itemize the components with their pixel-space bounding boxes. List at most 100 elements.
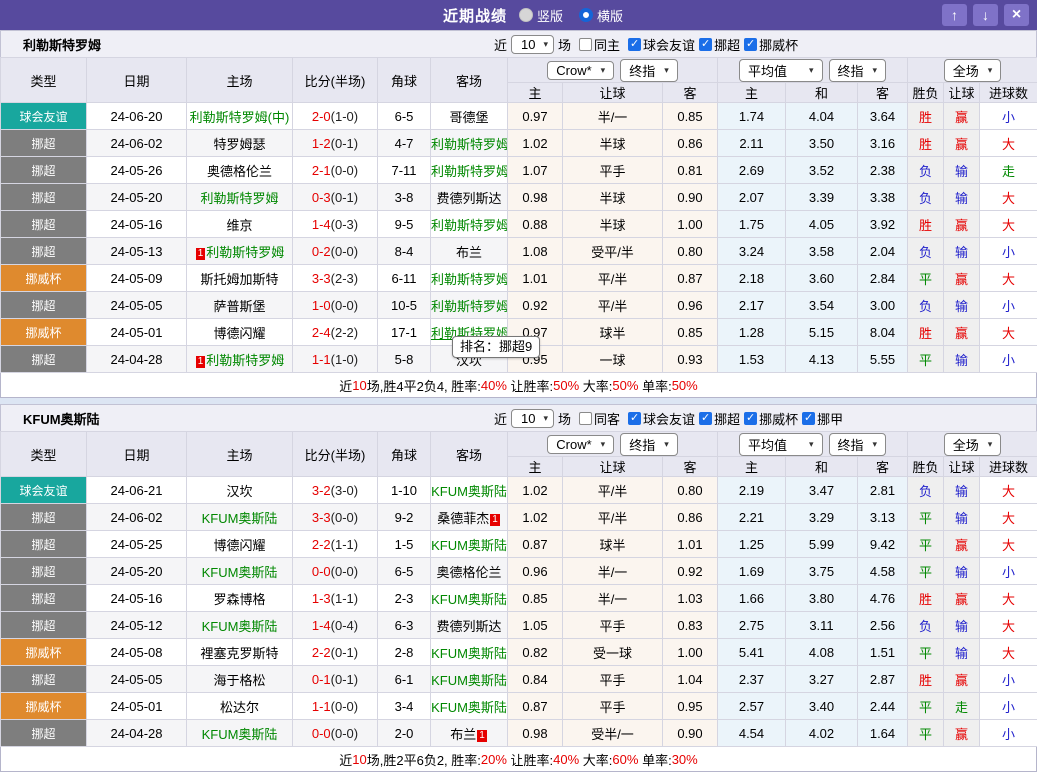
away-team-cell[interactable]: KFUM奥斯陆 [431, 585, 508, 612]
home-team-cell[interactable]: KFUM奥斯陆 [187, 504, 293, 531]
checkbox-checked-icon[interactable]: ✓ [699, 412, 712, 425]
home-team-cell[interactable]: KFUM奥斯陆 [187, 612, 293, 639]
radio-selected-icon[interactable] [579, 8, 593, 22]
home-team-cell[interactable]: 松达尔 [187, 693, 293, 720]
average-stage-dropdown[interactable]: 终指 ▾ [829, 59, 887, 82]
home-team-name: KFUM奥斯陆 [202, 511, 278, 526]
away-team-cell[interactable]: KFUM奥斯陆 [431, 477, 508, 504]
handicap-result: 输 [944, 504, 980, 531]
odds-company-dropdown[interactable]: Crow* ▾ [547, 435, 614, 454]
recent-count-select[interactable]: 10 ▾ [511, 35, 554, 54]
match-date: 24-04-28 [87, 720, 187, 747]
away-team-cell[interactable]: 费德列斯达 [431, 612, 508, 639]
away-team-cell[interactable]: KFUM奥斯陆 [431, 693, 508, 720]
home-team-cell[interactable]: 汉坎 [187, 477, 293, 504]
home-team-cell[interactable]: 奥德格伦兰 [187, 157, 293, 184]
away-team-cell[interactable]: 利勒斯特罗姆 [431, 130, 508, 157]
home-team-cell[interactable]: 罗森博格 [187, 585, 293, 612]
col-header-home: 主场 [187, 58, 293, 103]
away-team-cell[interactable]: KFUM奥斯陆 [431, 666, 508, 693]
checkbox-checked-icon[interactable]: ✓ [802, 412, 815, 425]
handicap-home-odds: 0.97 [508, 103, 563, 130]
same-away-checkbox[interactable]: 同客 [575, 409, 620, 428]
away-team-cell[interactable]: 利勒斯特罗姆 [431, 265, 508, 292]
average-stage-dropdown[interactable]: 终指 ▾ [829, 433, 887, 456]
move-down-button[interactable]: ↓ [973, 4, 998, 26]
checkbox-checked-icon[interactable]: ✓ [628, 38, 641, 51]
same-home-label: 同主 [594, 35, 620, 54]
handicap-line: 平手 [563, 693, 663, 720]
match-date: 24-05-08 [87, 639, 187, 666]
summary-segment: 让胜率: [507, 376, 553, 395]
handicap-result: 输 [944, 157, 980, 184]
full-time-score: 2-1 [312, 163, 331, 178]
away-team-cell[interactable]: 奥德格伦兰 [431, 558, 508, 585]
home-team-cell[interactable]: KFUM奥斯陆 [187, 558, 293, 585]
handicap-result: 赢 [944, 666, 980, 693]
match-row: 球会友谊24-06-20利勒斯特罗姆(中)2-0(1-0)6-5哥德堡0.97半… [1, 103, 1037, 130]
league-checkbox[interactable]: ✓球会友谊 [624, 409, 695, 428]
checkbox-checked-icon[interactable]: ✓ [744, 412, 757, 425]
recent-count-select[interactable]: 10 ▾ [511, 409, 554, 428]
home-team-cell[interactable]: 维京 [187, 211, 293, 238]
league-checkbox[interactable]: ✓球会友谊 [624, 35, 695, 54]
handicap-home-odds: 0.88 [508, 211, 563, 238]
away-team-cell[interactable]: 布兰1 [431, 720, 508, 747]
scope-dropdown[interactable]: 全场 ▾ [944, 59, 1002, 82]
full-time-score: 1-4 [312, 618, 331, 633]
home-team-cell[interactable]: 利勒斯特罗姆 [187, 184, 293, 211]
radio-unselected-icon[interactable] [519, 8, 533, 22]
away-team-cell[interactable]: KFUM奥斯陆 [431, 531, 508, 558]
home-team-cell[interactable]: 斯托姆加斯特 [187, 265, 293, 292]
home-team-cell[interactable]: 萨普斯堡 [187, 292, 293, 319]
away-team-cell[interactable]: 利勒斯特罗姆 [431, 211, 508, 238]
sub-header-home-odds: 主 [508, 83, 563, 103]
home-team-cell[interactable]: 利勒斯特罗姆(中) [187, 103, 293, 130]
average-dropdown[interactable]: 平均值 ▾ [739, 433, 823, 456]
match-result: 胜 [908, 103, 944, 130]
layout-radio-vertical[interactable]: 竖版 [519, 6, 563, 25]
close-button[interactable]: × [1004, 4, 1029, 26]
odds-company-dropdown[interactable]: Crow* ▾ [547, 61, 614, 80]
league-checkbox[interactable]: ✓挪超 [695, 409, 740, 428]
away-team-cell[interactable]: 桑德菲杰1 [431, 504, 508, 531]
league-checkbox[interactable]: ✓挪甲 [798, 409, 843, 428]
away-team-cell[interactable]: 布兰 [431, 238, 508, 265]
away-team-cell[interactable]: KFUM奥斯陆 [431, 639, 508, 666]
home-team-cell[interactable]: 1利勒斯特罗姆 [187, 346, 293, 373]
checkbox-checked-icon[interactable]: ✓ [628, 412, 641, 425]
home-team-name: KFUM奥斯陆 [202, 565, 278, 580]
away-team-cell[interactable]: 利勒斯特罗姆 [431, 292, 508, 319]
scope-dropdown[interactable]: 全场 ▾ [944, 433, 1002, 456]
home-team-cell[interactable]: 1利勒斯特罗姆 [187, 238, 293, 265]
home-team-cell[interactable]: 博德闪耀 [187, 531, 293, 558]
score-cell: 3-3(2-3) [293, 265, 378, 292]
average-dropdown[interactable]: 平均值 ▾ [739, 59, 823, 82]
move-up-button[interactable]: ↑ [942, 4, 967, 26]
home-team-cell[interactable]: KFUM奥斯陆 [187, 720, 293, 747]
league-checkbox[interactable]: ✓挪威杯 [740, 409, 798, 428]
half-time-score: (0-1) [331, 645, 358, 660]
same-home-checkbox[interactable]: 同主 [575, 35, 620, 54]
checkbox-unchecked-icon[interactable] [579, 412, 592, 425]
layout-radio-horizontal[interactable]: 横版 [579, 6, 623, 25]
league-checkbox[interactable]: ✓挪威杯 [740, 35, 798, 54]
handicap-home-odds: 0.98 [508, 720, 563, 747]
league-checkbox[interactable]: ✓挪超 [695, 35, 740, 54]
home-team-cell[interactable]: 特罗姆瑟 [187, 130, 293, 157]
home-team-cell[interactable]: 海于格松 [187, 666, 293, 693]
away-team-cell[interactable]: 哥德堡 [431, 103, 508, 130]
checkbox-checked-icon[interactable]: ✓ [699, 38, 712, 51]
home-team-cell[interactable]: 博德闪耀 [187, 319, 293, 346]
home-team-cell[interactable]: 裡塞克罗斯特 [187, 639, 293, 666]
away-team-cell[interactable]: 费德列斯达 [431, 184, 508, 211]
sub-header-result: 胜负 [908, 457, 944, 477]
checkbox-unchecked-icon[interactable] [579, 38, 592, 51]
away-team-cell[interactable]: 利勒斯特罗姆 [431, 157, 508, 184]
match-result: 胜 [908, 130, 944, 157]
half-time-score: (1-0) [331, 352, 358, 367]
odds-stage-dropdown[interactable]: 终指 ▾ [620, 59, 678, 82]
sub-header-goals: 进球数 [980, 83, 1037, 103]
checkbox-checked-icon[interactable]: ✓ [744, 38, 757, 51]
odds-stage-dropdown[interactable]: 终指 ▾ [620, 433, 678, 456]
